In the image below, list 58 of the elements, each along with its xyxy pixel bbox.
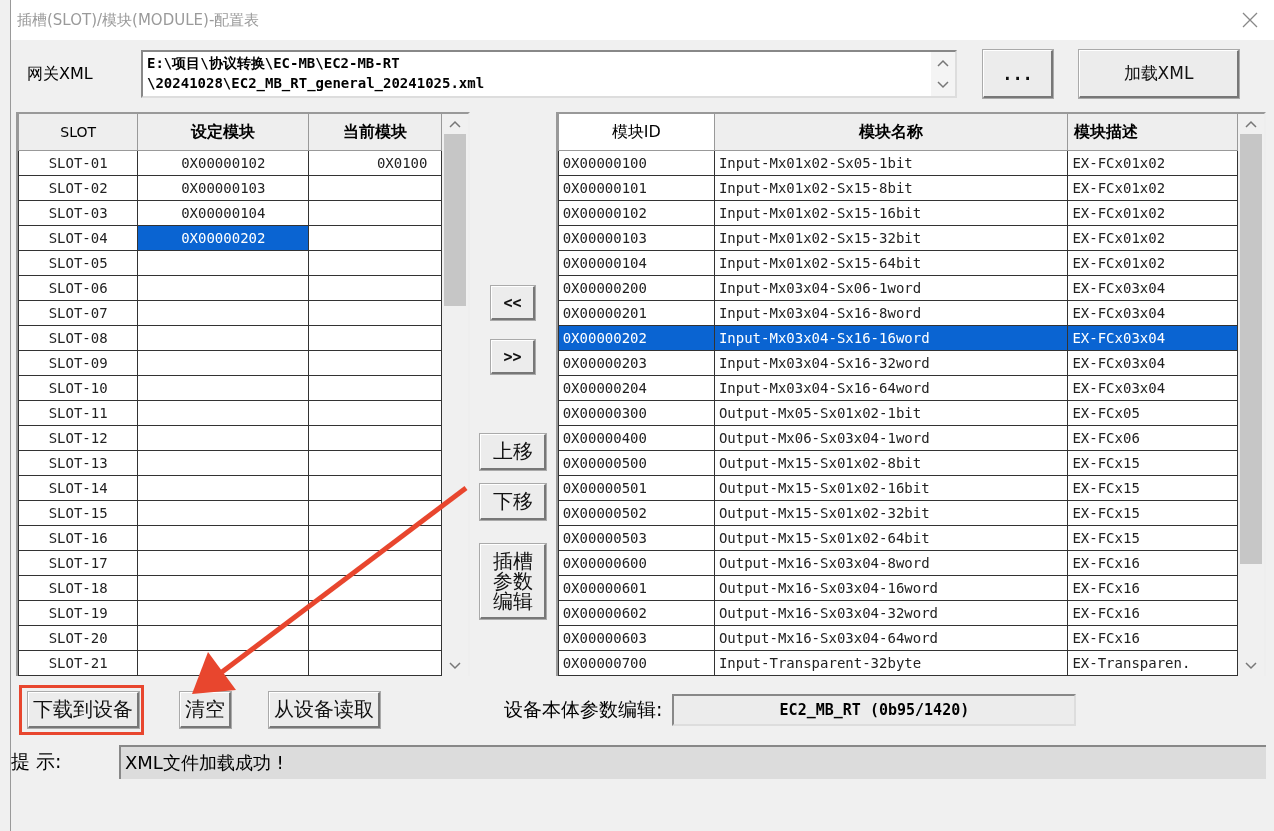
scroll-thumb[interactable] — [444, 134, 467, 306]
table-cell: SLOT-08 — [18, 325, 138, 351]
table-cell: SLOT-09 — [18, 350, 138, 376]
table-cell: SLOT-01 — [18, 150, 138, 176]
table-cell: SLOT-11 — [18, 400, 138, 426]
table-cell: SLOT-15 — [18, 500, 138, 526]
device-field[interactable]: EC2_MB_RT (0b95/1420) — [672, 694, 1077, 726]
slot-params-button[interactable]: 插槽参数编辑 — [480, 544, 547, 619]
table-cell: 0X0100 — [308, 150, 442, 176]
table-cell[interactable]: 0X00000104 — [137, 200, 309, 226]
table-cell: SLOT-06 — [18, 275, 138, 301]
table-cell: SLOT-04 — [18, 225, 138, 251]
table-cell: SLOT-13 — [18, 450, 138, 476]
column-header[interactable]: 模块名称 — [714, 114, 1068, 151]
scroll-thumb[interactable] — [1240, 134, 1263, 564]
table-cell: SLOT-05 — [18, 250, 138, 276]
table-cell: SLOT-19 — [18, 600, 138, 626]
scroll-up-icon[interactable] — [1245, 120, 1258, 128]
scroll-up-icon[interactable] — [449, 120, 462, 128]
table-cell: SLOT-16 — [18, 525, 138, 551]
table-cell: SLOT-21 — [18, 650, 138, 676]
move-right-button[interactable]: >> — [491, 340, 536, 374]
column-header[interactable]: 模块ID — [558, 114, 715, 151]
table-cell: SLOT-17 — [18, 550, 138, 576]
column-header[interactable]: 当前模块 — [308, 114, 442, 151]
move-left-button[interactable]: << — [491, 286, 536, 320]
column-header[interactable]: 模块描述 — [1067, 114, 1238, 151]
table-cell: SLOT-03 — [18, 200, 138, 226]
clear-button[interactable]: 清空 — [180, 692, 231, 728]
scroll-down-icon[interactable] — [449, 662, 462, 670]
path-field[interactable]: E:\项目\协议转换\EC-MB\EC2-MB-RT \20241028\EC2_MB_RT_general_20241025.xml — [141, 50, 957, 98]
window-title: 插槽(SLOT)/模块(MODULE)-配置表 — [17, 10, 260, 30]
hint-message: XML文件加载成功 ! — [119, 745, 1266, 779]
table-cell: SLOT-12 — [18, 425, 138, 451]
scroll-up-icon[interactable] — [937, 59, 949, 67]
move-down-button[interactable]: 下移 — [480, 484, 547, 520]
table-cell[interactable]: 0X00000202 — [137, 225, 309, 251]
gateway-label: 网关XML — [26, 63, 94, 85]
move-up-button[interactable]: 上移 — [480, 434, 547, 470]
table-cell[interactable]: 0X00000103 — [137, 175, 309, 201]
browse-button[interactable]: ... — [983, 50, 1053, 98]
scroll-down-icon[interactable] — [1245, 662, 1258, 670]
table-cell: SLOT-18 — [18, 575, 138, 601]
table-cell: SLOT-14 — [18, 475, 138, 501]
hint-label: 提 示: — [11, 749, 63, 774]
table-cell: SLOT-07 — [18, 300, 138, 326]
table-cell: SLOT-02 — [18, 175, 138, 201]
table-cell: SLOT-20 — [18, 625, 138, 651]
read-button[interactable]: 从设备读取 — [269, 692, 380, 728]
device-label: 设备本体参数编辑: — [504, 697, 663, 722]
column-header[interactable]: 设定模块 — [137, 114, 309, 151]
close-icon[interactable] — [1242, 12, 1258, 28]
table-cell[interactable]: 0X00000102 — [137, 150, 309, 176]
download-button[interactable]: 下载到设备 — [28, 692, 139, 728]
table-cell: SLOT-10 — [18, 375, 138, 401]
column-header[interactable]: SLOT — [18, 114, 138, 151]
scroll-down-icon[interactable] — [937, 81, 949, 89]
load-xml-button[interactable]: 加载XML — [1079, 50, 1239, 98]
